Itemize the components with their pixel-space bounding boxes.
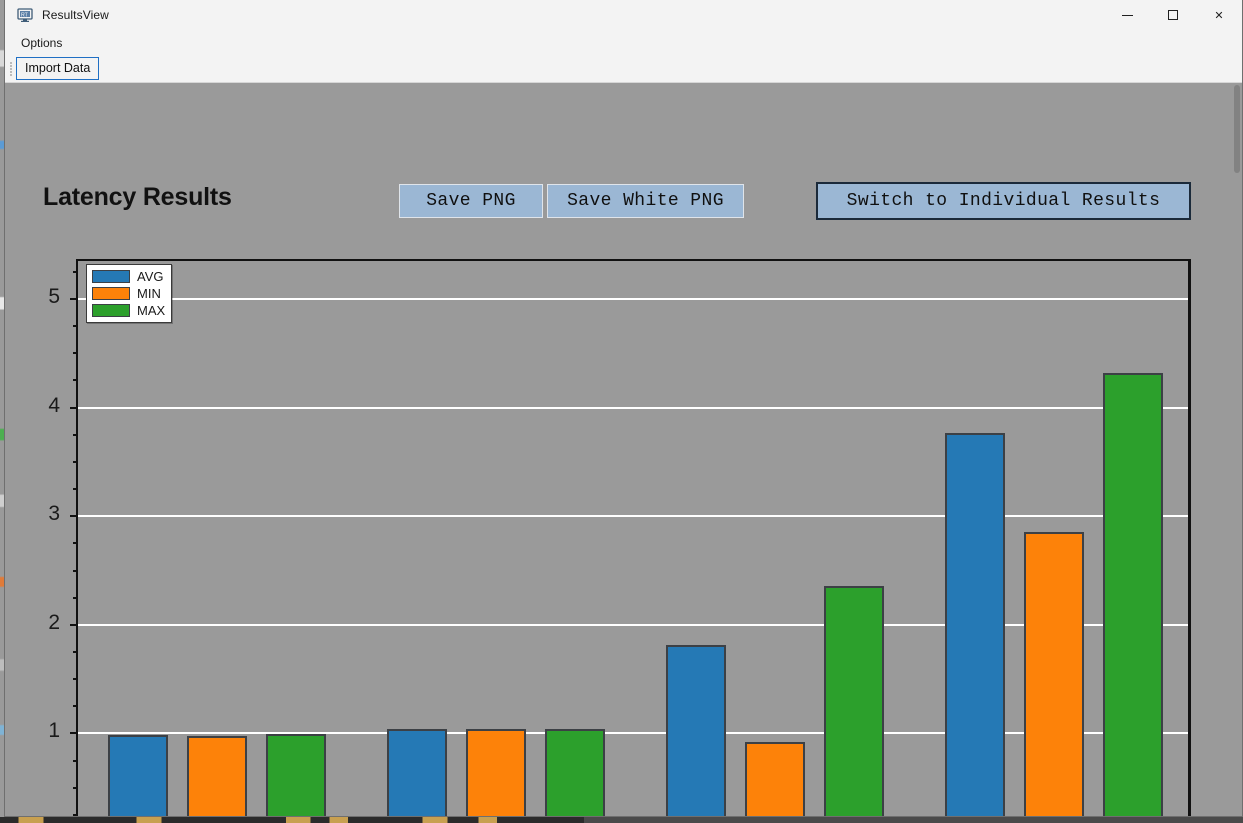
y-axis-minor-tick (73, 542, 78, 545)
y-axis-minor-tick (73, 379, 78, 382)
bar-avg-3 (944, 432, 1005, 816)
bar-avg-1 (387, 729, 448, 816)
bar-min-1 (466, 729, 527, 816)
legend-label-avg: AVG (137, 269, 164, 284)
menu-item-options[interactable]: Options (12, 33, 71, 53)
legend-label-max: MAX (137, 303, 166, 318)
window-title: ResultsView (42, 8, 109, 22)
menu-bar: Options (5, 31, 1242, 55)
toolbar: Import Data (5, 55, 1242, 83)
legend-item-min: MIN (92, 286, 165, 301)
maximize-icon[interactable] (1150, 0, 1196, 31)
y-axis-minor-tick (73, 325, 78, 328)
y-axis-minor-tick (73, 813, 78, 816)
gridline (78, 732, 1188, 735)
gridline (78, 515, 1188, 518)
bar-max-3 (1102, 373, 1163, 816)
legend-swatch-max (92, 304, 130, 317)
import-data-button[interactable]: Import Data (16, 57, 100, 80)
y-axis-tick (70, 515, 78, 518)
y-axis-minor-tick (73, 352, 78, 355)
legend-label-min: MIN (137, 286, 161, 301)
y-axis-tick-label: 3 (48, 502, 60, 526)
bar-avg-2 (665, 644, 726, 816)
y-axis-tick (70, 732, 78, 735)
y-axis-minor-tick (73, 460, 78, 463)
bar-min-3 (1023, 531, 1084, 816)
bar-max-2 (823, 586, 884, 816)
svg-text:RT: RT (21, 12, 29, 18)
gridline (78, 406, 1188, 409)
toolbar-grip-handle[interactable] (8, 60, 14, 78)
close-icon[interactable]: ✕ (1196, 0, 1242, 31)
y-axis-tick-label: 5 (48, 285, 60, 308)
bar-chart-plot-area: AVG MIN MAX (70, 259, 1191, 816)
y-axis-minor-tick (73, 759, 78, 762)
background-taskbar-sliver (0, 817, 1243, 823)
y-axis-tick-label: 2 (48, 610, 60, 634)
chart-content-area: Latency Results Save PNG Save White PNG … (5, 83, 1242, 816)
scrollbar-thumb[interactable] (1234, 85, 1240, 173)
legend-swatch-avg (92, 270, 130, 283)
y-axis-minor-tick (73, 433, 78, 436)
vertical-scrollbar[interactable] (1232, 83, 1242, 816)
y-axis-minor-tick (73, 650, 78, 653)
gridline (78, 298, 1188, 300)
bar-max-1 (545, 729, 606, 816)
y-axis-tick (70, 298, 78, 300)
y-axis-minor-tick (73, 705, 78, 708)
bar-min-2 (744, 742, 805, 816)
minimize-icon[interactable] (1104, 0, 1150, 31)
y-axis-minor-tick (73, 569, 78, 572)
y-axis-minor-tick (73, 678, 78, 681)
bar-max-0 (266, 733, 327, 816)
y-axis-tick-label: 4 (48, 393, 60, 417)
page-title: Latency Results (43, 183, 232, 211)
legend-swatch-min (92, 287, 130, 300)
save-png-button[interactable]: Save PNG (399, 184, 543, 218)
plot-inner: AVG MIN MAX (70, 261, 1188, 816)
y-axis-tick-label: 1 (48, 719, 60, 743)
y-axis-minor-tick (73, 786, 78, 789)
results-view-window: RT ResultsView ✕ Options Import Data Lat… (4, 0, 1243, 817)
switch-to-individual-results-button[interactable]: Switch to Individual Results (816, 182, 1191, 220)
y-axis-minor-tick (73, 270, 78, 273)
window-controls: ✕ (1104, 0, 1242, 31)
y-axis-minor-tick (73, 488, 78, 491)
gridline (78, 623, 1188, 626)
bar-min-0 (187, 735, 248, 816)
y-axis-minor-tick (73, 596, 78, 599)
legend-item-max: MAX (92, 303, 165, 318)
bar-avg-0 (108, 734, 169, 816)
monitor-icon: RT (17, 7, 33, 23)
y-axis-tick (70, 406, 78, 409)
y-axis-tick (70, 623, 78, 626)
legend-item-avg: AVG (92, 269, 165, 284)
title-bar: RT ResultsView ✕ (5, 0, 1242, 31)
save-white-png-button[interactable]: Save White PNG (547, 184, 744, 218)
chart-legend: AVG MIN MAX (86, 264, 173, 323)
